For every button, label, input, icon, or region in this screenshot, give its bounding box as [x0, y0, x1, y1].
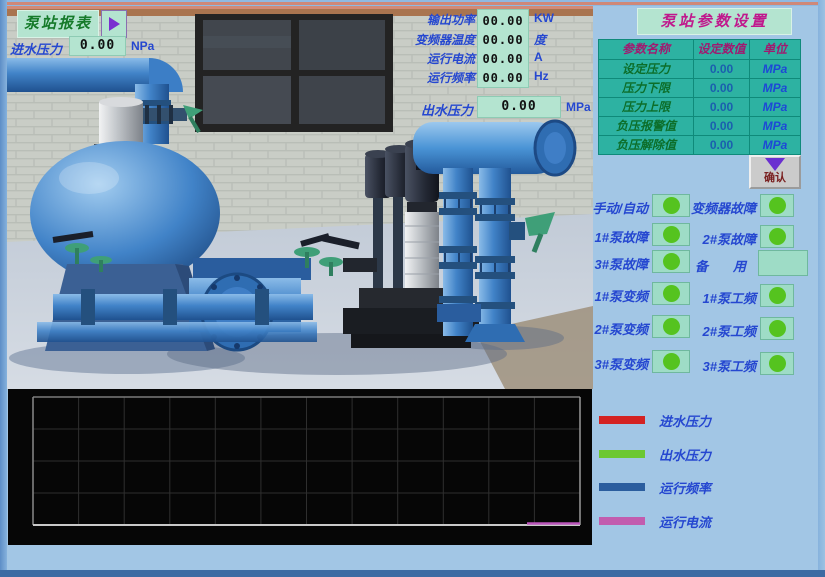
lamp-dot — [663, 353, 680, 370]
readout-value-block: 00.00 00.00 00.00 00.00 — [477, 9, 529, 88]
legend-swatch-frequency — [599, 483, 645, 491]
lamp-dot — [663, 197, 680, 214]
frame-border-left — [0, 0, 7, 577]
settings-panel-title: 泵站参数设置 — [637, 8, 792, 35]
indicator-label-pump3-fault: 3#泵故障 — [584, 254, 648, 273]
run-frequency-value: 00.00 — [478, 69, 528, 88]
param-name: 负压报警值 — [599, 117, 693, 135]
param-unit: MPa — [750, 117, 800, 135]
settings-table: 参数名称 设定数值 单位 设定压力 0.00 MPa 压力下限 0.00 MPa… — [598, 39, 801, 155]
run-frequency-unit: Hz — [534, 69, 549, 83]
report-play-button[interactable] — [101, 10, 127, 38]
outlet-pressure-label: 出水压力 — [421, 100, 473, 119]
pump-station-hmi-screen: 泵站报表 进水压力 0.00 NPa 输出功率 变频器温度 运行电流 运行频率 … — [0, 0, 825, 577]
lamp-dot — [663, 285, 680, 302]
inverter-temp-unit: 度 — [534, 31, 546, 48]
param-unit: MPa — [750, 98, 800, 116]
output-power-value: 00.00 — [478, 12, 528, 31]
report-button-label[interactable]: 泵站报表 — [17, 10, 99, 38]
lamp-pump3-mains — [760, 352, 794, 375]
lamp-pump2-vfd — [652, 315, 690, 338]
lamp-spare — [758, 250, 808, 276]
indicator-label-pump2-vfd: 2#泵变频 — [584, 319, 648, 338]
lamp-dot — [769, 228, 786, 245]
legend-label-current: 运行电流 — [659, 512, 711, 531]
indicator-label-pump2-fault: 2#泵故障 — [686, 229, 756, 248]
confirm-arrow-icon — [765, 158, 785, 171]
param-unit: MPa — [750, 60, 800, 78]
play-icon — [109, 17, 120, 31]
confirm-button-label: 确认 — [751, 172, 799, 184]
run-current-unit: A — [534, 50, 543, 64]
inlet-pressure-label: 进水压力 — [10, 39, 62, 58]
inlet-pressure-unit: NPa — [131, 39, 154, 53]
lamp-dot — [769, 320, 786, 337]
legend-label-inlet: 进水压力 — [659, 411, 711, 430]
frame-border-right — [818, 0, 825, 577]
legend-swatch-inlet — [599, 416, 645, 424]
lamp-dot — [663, 253, 680, 270]
lamp-vfd-fault — [760, 194, 794, 217]
lamp-dot — [769, 197, 786, 214]
param-value[interactable]: 0.00 — [694, 98, 749, 116]
legend-swatch-current — [599, 517, 645, 525]
run-frequency-label: 运行频率 — [383, 69, 475, 86]
lamp-pump1-fault — [652, 223, 690, 246]
param-name: 设定压力 — [599, 60, 693, 78]
lamp-dot — [769, 355, 786, 372]
pressure-tank-graphic — [30, 141, 220, 285]
param-unit: MPa — [750, 79, 800, 97]
lamp-dot — [663, 318, 680, 335]
window-graphic — [195, 14, 393, 132]
legend-label-outlet: 出水压力 — [659, 445, 711, 464]
trend-chart-grid — [8, 389, 592, 545]
param-value[interactable]: 0.00 — [694, 60, 749, 78]
lamp-pump1-mains — [760, 284, 794, 307]
run-current-label: 运行电流 — [383, 50, 475, 67]
report-button[interactable]: 泵站报表 — [17, 10, 127, 38]
param-name: 压力下限 — [599, 79, 693, 97]
param-name: 负压解除值 — [599, 136, 693, 154]
trend-chart — [8, 389, 592, 545]
outlet-pressure-value: 0.00 — [477, 96, 561, 118]
output-power-label: 输出功率 — [383, 11, 475, 28]
indicator-label-pump1-mains: 1#泵工频 — [686, 288, 756, 307]
frame-border-accent — [0, 2, 825, 5]
lamp-manual-auto — [652, 194, 690, 217]
col-header-value: 设定数值 — [694, 40, 749, 59]
param-value[interactable]: 0.00 — [694, 117, 749, 135]
indicator-label-vfd-fault: 变频器故障 — [686, 198, 756, 217]
param-value[interactable]: 0.00 — [694, 136, 749, 154]
indicator-label-spare: 备 用 — [686, 256, 752, 275]
legend-label-frequency: 运行频率 — [659, 478, 711, 497]
inlet-pressure-value: 0.00 — [69, 36, 126, 56]
lamp-pump3-fault — [652, 250, 690, 273]
lamp-dot — [663, 226, 680, 243]
lamp-dot — [769, 287, 786, 304]
param-value[interactable]: 0.00 — [694, 79, 749, 97]
indicator-label-pump2-mains: 2#泵工频 — [686, 321, 756, 340]
lamp-pump3-vfd — [652, 350, 690, 373]
indicator-label-pump1-vfd: 1#泵变频 — [584, 286, 648, 305]
lamp-pump2-mains — [760, 317, 794, 340]
indicator-label-pump3-mains: 3#泵工频 — [686, 356, 756, 375]
indicator-label-manual-auto: 手动/自动 — [584, 198, 648, 217]
frame-border-bottom — [0, 570, 825, 577]
output-power-unit: KW — [534, 11, 554, 25]
inverter-temp-value: 00.00 — [478, 31, 528, 50]
param-name: 压力上限 — [599, 98, 693, 116]
indicator-label-pump3-vfd: 3#泵变频 — [584, 354, 648, 373]
col-header-unit: 单位 — [750, 40, 800, 59]
run-current-value: 00.00 — [478, 50, 528, 69]
param-unit: MPa — [750, 136, 800, 154]
confirm-button[interactable]: 确认 — [749, 155, 801, 189]
outlet-pressure-unit: MPa — [566, 100, 591, 114]
col-header-name: 参数名称 — [599, 40, 693, 59]
lamp-pump2-fault — [760, 225, 794, 248]
legend-swatch-outlet — [599, 450, 645, 458]
lamp-pump1-vfd — [652, 282, 690, 305]
inverter-temp-label: 变频器温度 — [383, 31, 475, 48]
indicator-label-pump1-fault: 1#泵故障 — [584, 227, 648, 246]
